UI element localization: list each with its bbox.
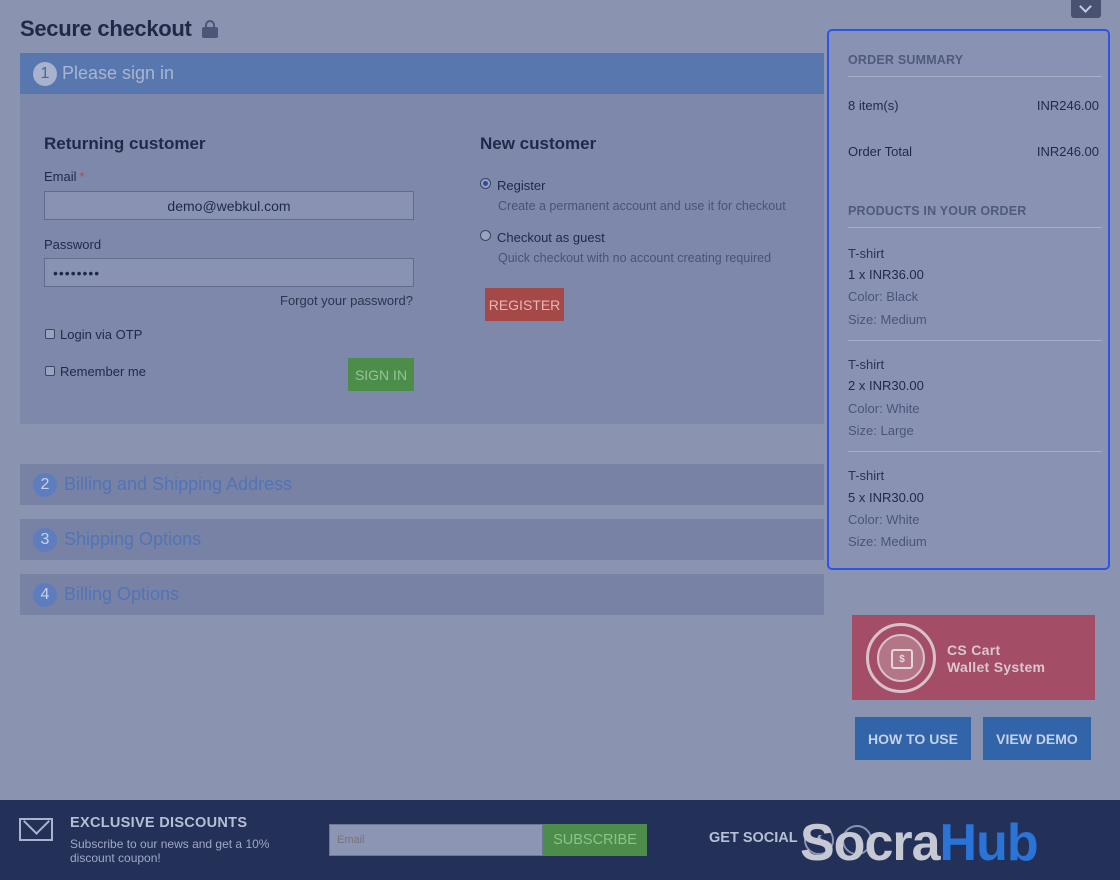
product-color: Color: White — [848, 401, 920, 416]
step-number: 3 — [33, 527, 57, 552]
subscribe-button[interactable]: SUBSCRIBE — [543, 824, 647, 856]
remember-me-checkbox[interactable] — [45, 366, 55, 376]
product-name-link[interactable]: T-shirt — [848, 246, 884, 261]
email-label: Email * — [44, 169, 85, 184]
footer-discount-title: EXCLUSIVE DISCOUNTS — [70, 815, 248, 831]
order-summary-panel: ORDER SUMMARY 8 item(s) INR246.00 Order … — [827, 29, 1110, 570]
footer-discount-text: Subscribe to our news and get a 10% disc… — [70, 837, 270, 865]
remember-me-label[interactable]: Remember me — [60, 364, 146, 379]
product-color: Color: White — [848, 512, 920, 527]
guest-radio-label[interactable]: Checkout as guest — [497, 230, 605, 245]
register-radio-label[interactable]: Register — [497, 178, 545, 193]
step-shipping-options[interactable]: 3 Shipping Options — [20, 519, 824, 560]
register-button[interactable]: REGISTER — [485, 288, 564, 321]
returning-customer-heading: Returning customer — [44, 134, 206, 153]
mail-icon — [19, 818, 53, 841]
step-billing-shipping[interactable]: 2 Billing and Shipping Address — [20, 464, 824, 505]
product-name-link[interactable]: T-shirt — [848, 357, 884, 372]
login-otp-checkbox[interactable] — [45, 329, 55, 339]
register-hint: Create a permanent account and use it fo… — [498, 199, 786, 213]
step-number: 1 — [33, 61, 57, 86]
step-billing-options[interactable]: 4 Billing Options — [20, 574, 824, 615]
password-label: Password — [44, 237, 102, 252]
product-size: Size: Large — [848, 423, 914, 438]
view-demo-button[interactable]: VIEW DEMO — [983, 717, 1091, 760]
new-customer-heading: New customer — [480, 134, 597, 153]
email-field[interactable] — [44, 191, 414, 220]
step-title: Billing and Shipping Address — [64, 474, 293, 494]
product-qty-price: 5 x INR30.00 — [848, 490, 924, 505]
product-name-link[interactable]: T-shirt — [848, 468, 884, 483]
sign-in-button[interactable]: SIGN IN — [348, 358, 414, 391]
password-field[interactable] — [44, 258, 414, 287]
promo-title-line2: Wallet System — [947, 659, 1046, 675]
promo-title-line1: CS Cart — [947, 642, 1001, 658]
order-total-value: INR246.00 — [1036, 144, 1099, 159]
required-mark: * — [79, 169, 85, 184]
step-title: Shipping Options — [64, 529, 202, 549]
step-title: Billing Options — [64, 584, 180, 604]
products-heading: PRODUCTS IN YOUR ORDER — [848, 204, 1027, 218]
step-title: Please sign in — [62, 63, 175, 83]
divider — [848, 451, 1102, 452]
register-radio[interactable] — [480, 178, 491, 189]
product-qty-price: 2 x INR30.00 — [848, 378, 924, 393]
forgot-password-link[interactable]: Forgot your password? — [280, 293, 413, 308]
login-otp-label[interactable]: Login via OTP — [60, 327, 142, 342]
step-sign-in-header[interactable]: 1 Please sign in — [20, 53, 824, 107]
divider — [848, 340, 1102, 341]
divider — [848, 227, 1102, 228]
get-social-label: GET SOCIAL — [709, 830, 798, 846]
product-qty-price: 1 x INR36.00 — [848, 267, 924, 282]
lock-icon — [201, 20, 218, 38]
newsletter-email-input[interactable] — [329, 824, 543, 856]
items-count: 8 item(s) — [848, 98, 899, 113]
divider — [848, 76, 1102, 77]
wallet-logo-icon: $ — [866, 623, 936, 693]
order-summary-heading: ORDER SUMMARY — [848, 53, 964, 67]
order-total-label: Order Total — [848, 144, 913, 159]
guest-hint: Quick checkout with no account creating … — [498, 251, 772, 265]
page-title: Secure checkout — [20, 16, 218, 42]
socrahub-watermark: SocraHub — [800, 814, 1039, 872]
product-color: Color: Black — [848, 289, 919, 304]
chevron-down-icon[interactable] — [1071, 0, 1101, 18]
step-number: 4 — [33, 582, 57, 607]
page-title-text: Secure checkout — [20, 16, 192, 41]
product-size: Size: Medium — [848, 534, 927, 549]
product-size: Size: Medium — [848, 312, 927, 327]
items-subtotal: INR246.00 — [1036, 98, 1099, 113]
guest-radio[interactable] — [480, 230, 491, 241]
how-to-use-button[interactable]: HOW TO USE — [855, 717, 971, 760]
step-number: 2 — [33, 472, 57, 497]
wallet-system-banner[interactable]: $ CS Cart Wallet System — [852, 615, 1095, 700]
